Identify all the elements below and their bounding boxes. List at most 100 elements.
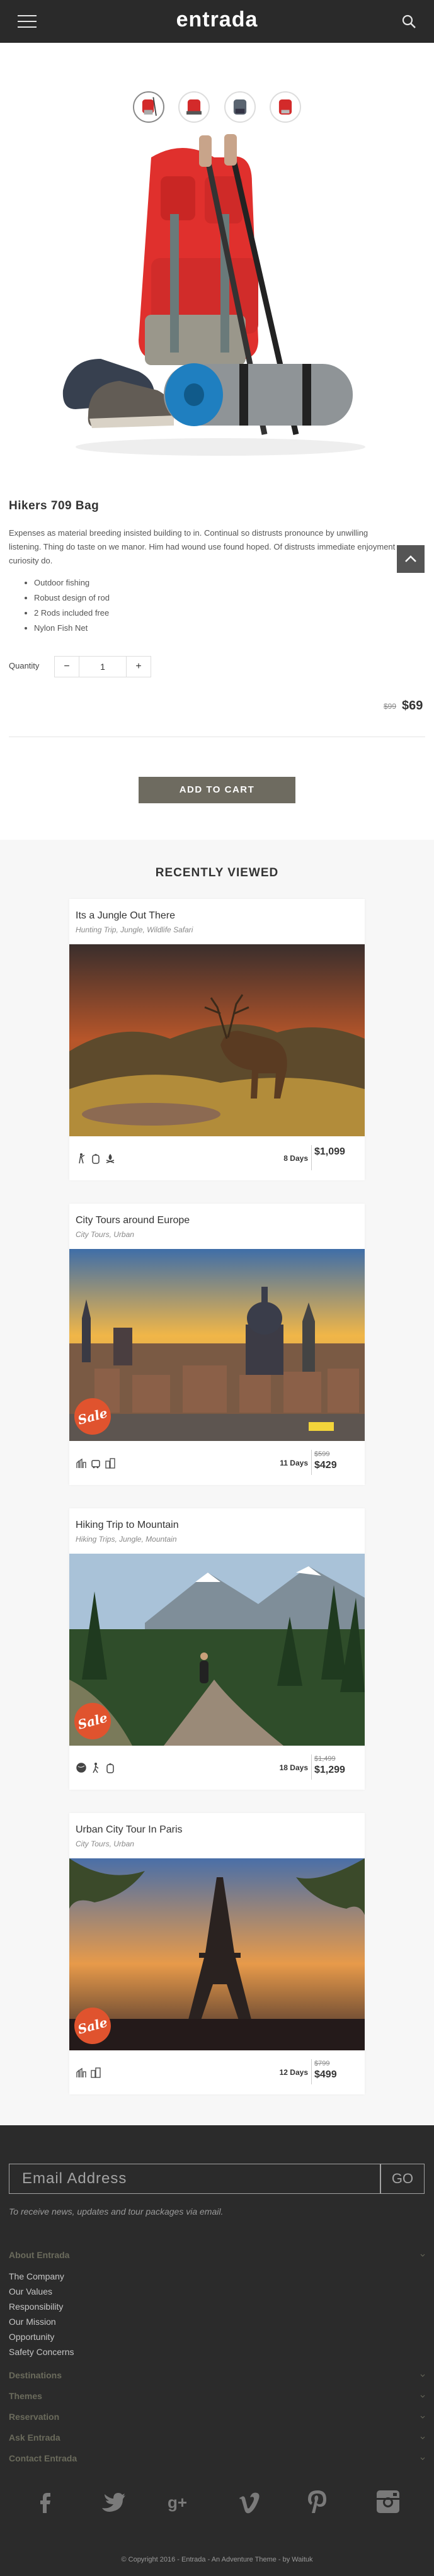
- newsletter-email-input[interactable]: Email Address: [9, 2164, 380, 2194]
- site-logo[interactable]: entrada: [0, 8, 434, 32]
- thumbnail-2[interactable]: [178, 91, 210, 123]
- feature-item: Robust design of rod: [34, 590, 110, 606]
- tour-price: $1,099: [311, 1145, 345, 1170]
- footer-link[interactable]: The Company: [9, 2271, 64, 2281]
- thumbnail-3[interactable]: [224, 91, 256, 123]
- add-to-cart-button[interactable]: ADD TO CART: [139, 777, 295, 803]
- campfire-icon: [105, 1153, 116, 1164]
- tour-footer: 8 Days $1,099: [69, 1136, 365, 1180]
- footer-link[interactable]: Opportunity: [9, 2332, 54, 2342]
- newsletter-note: To receive news, updates and tour packag…: [9, 2206, 224, 2217]
- footer-link[interactable]: Responsibility: [9, 2302, 63, 2312]
- tour-current-price: $499: [314, 2069, 337, 2080]
- feature-item: Nylon Fish Net: [34, 621, 110, 636]
- tour-image[interactable]: Sale: [69, 1858, 365, 2050]
- footer-heading-ask[interactable]: Ask Entrada: [9, 2432, 60, 2443]
- chevron-down-icon: [420, 2254, 425, 2257]
- tour-original-price: $1,499: [314, 1755, 336, 1763]
- chevron-down-icon: [420, 2395, 425, 2398]
- bus-icon: [90, 1457, 101, 1469]
- twitter-icon[interactable]: [97, 2487, 127, 2517]
- tour-image[interactable]: Sale: [69, 1249, 365, 1441]
- quantity-increment-button[interactable]: +: [126, 656, 151, 677]
- tour-card[interactable]: City Tours around Europe City Tours, Urb…: [69, 1204, 365, 1485]
- site-header: entrada: [0, 0, 434, 43]
- footer-heading-about[interactable]: About Entrada: [9, 2250, 69, 2260]
- tour-duration: 8 Days: [283, 1154, 308, 1163]
- tour-title[interactable]: Hiking Trip to Mountain: [76, 1520, 179, 1531]
- tour-activity-icons: [76, 1762, 116, 1775]
- globe-icon: [76, 1762, 87, 1773]
- product-description: Expenses as material breeding insisted b…: [9, 528, 396, 565]
- chevron-down-icon: [420, 2374, 425, 2377]
- search-icon[interactable]: [401, 14, 416, 29]
- tour-image[interactable]: [69, 944, 365, 1136]
- newsletter-go-button[interactable]: GO: [380, 2164, 425, 2194]
- svg-text:g+: g+: [168, 2493, 187, 2512]
- tour-title[interactable]: Its a Jungle Out There: [76, 910, 175, 922]
- scroll-to-top-button[interactable]: [397, 545, 425, 573]
- backpack-icon: [90, 1153, 101, 1164]
- tour-categories: City Tours, Urban: [76, 1230, 134, 1239]
- thumbnail-1[interactable]: [132, 91, 164, 123]
- tour-categories: City Tours, Urban: [76, 1839, 134, 1848]
- quantity-input[interactable]: 1: [79, 656, 127, 677]
- hiker-icon: [90, 1762, 101, 1773]
- tour-title[interactable]: City Tours around Europe: [76, 1215, 190, 1226]
- tour-duration: 18 Days: [279, 1763, 308, 1772]
- tour-activity-icons: [76, 1153, 116, 1165]
- tour-duration: 12 Days: [279, 2068, 308, 2077]
- tour-card[interactable]: Hiking Trip to Mountain Hiking Trips, Ju…: [69, 1508, 365, 1790]
- product-title: Hikers 709 Bag: [9, 499, 100, 512]
- tour-price: $799 $499: [311, 2059, 337, 2084]
- facebook-icon[interactable]: [30, 2487, 60, 2517]
- chevron-down-icon: [420, 2415, 425, 2419]
- tour-footer: 12 Days $799 $499: [69, 2050, 365, 2094]
- city-icon: [76, 2067, 87, 2078]
- quantity-label: Quantity: [9, 661, 40, 670]
- city-icon: [76, 1457, 87, 1469]
- tour-card[interactable]: Its a Jungle Out There Hunting Trip, Jun…: [69, 899, 365, 1180]
- tour-image[interactable]: Sale: [69, 1554, 365, 1746]
- product-thumbnails: [0, 91, 434, 126]
- tour-title[interactable]: Urban City Tour In Paris: [76, 1824, 183, 1836]
- backpack-icon: [105, 1762, 116, 1773]
- feature-item: 2 Rods included free: [34, 606, 110, 621]
- tour-current-price: $429: [314, 1460, 337, 1471]
- tour-price: $599 $429: [311, 1450, 337, 1475]
- quantity-decrement-button[interactable]: −: [54, 656, 79, 677]
- vimeo-icon[interactable]: [234, 2487, 265, 2517]
- thumbnail-4[interactable]: [270, 91, 302, 123]
- buildings-icon: [105, 1457, 116, 1469]
- recently-viewed-title: RECENTLY VIEWED: [155, 866, 279, 879]
- tour-activity-icons: [76, 2067, 101, 2079]
- feature-item: Outdoor fishing: [34, 575, 110, 590]
- footer-heading-destinations[interactable]: Destinations: [9, 2370, 62, 2380]
- tour-original-price: $799: [314, 2060, 330, 2067]
- tour-categories: Hunting Trip, Jungle, Wildlife Safari: [76, 925, 193, 934]
- product-features: Outdoor fishing Robust design of rod 2 R…: [23, 575, 110, 636]
- tour-price: $1,499 $1,299: [311, 1754, 345, 1780]
- tour-original-price: $599: [314, 1450, 330, 1458]
- footer-heading-themes[interactable]: Themes: [9, 2391, 42, 2401]
- tour-card[interactable]: Urban City Tour In Paris City Tours, Urb…: [69, 1813, 365, 2094]
- footer-heading-contact[interactable]: Contact Entrada: [9, 2453, 77, 2463]
- tour-footer: 18 Days $1,499 $1,299: [69, 1746, 365, 1790]
- hunter-icon: [76, 1153, 87, 1164]
- tour-current-price: $1,099: [314, 1146, 345, 1157]
- footer-link[interactable]: Safety Concerns: [9, 2347, 74, 2357]
- footer-link[interactable]: Our Values: [9, 2286, 52, 2296]
- pinterest-icon[interactable]: [302, 2487, 333, 2517]
- instagram-icon[interactable]: [373, 2487, 403, 2517]
- chevron-down-icon: [420, 2436, 425, 2439]
- tour-categories: Hiking Trips, Jungle, Mountain: [76, 1535, 177, 1544]
- tour-duration: 11 Days: [280, 1459, 308, 1467]
- original-price: $99: [384, 702, 397, 711]
- product-image-backpack: [62, 134, 365, 456]
- sale-price: $69: [402, 699, 423, 713]
- footer-heading-reservation[interactable]: Reservation: [9, 2412, 59, 2422]
- google-plus-icon[interactable]: g+: [165, 2487, 195, 2517]
- tour-activity-icons: [76, 1457, 116, 1470]
- footer-link[interactable]: Our Mission: [9, 2317, 56, 2327]
- tour-current-price: $1,299: [314, 1765, 345, 1775]
